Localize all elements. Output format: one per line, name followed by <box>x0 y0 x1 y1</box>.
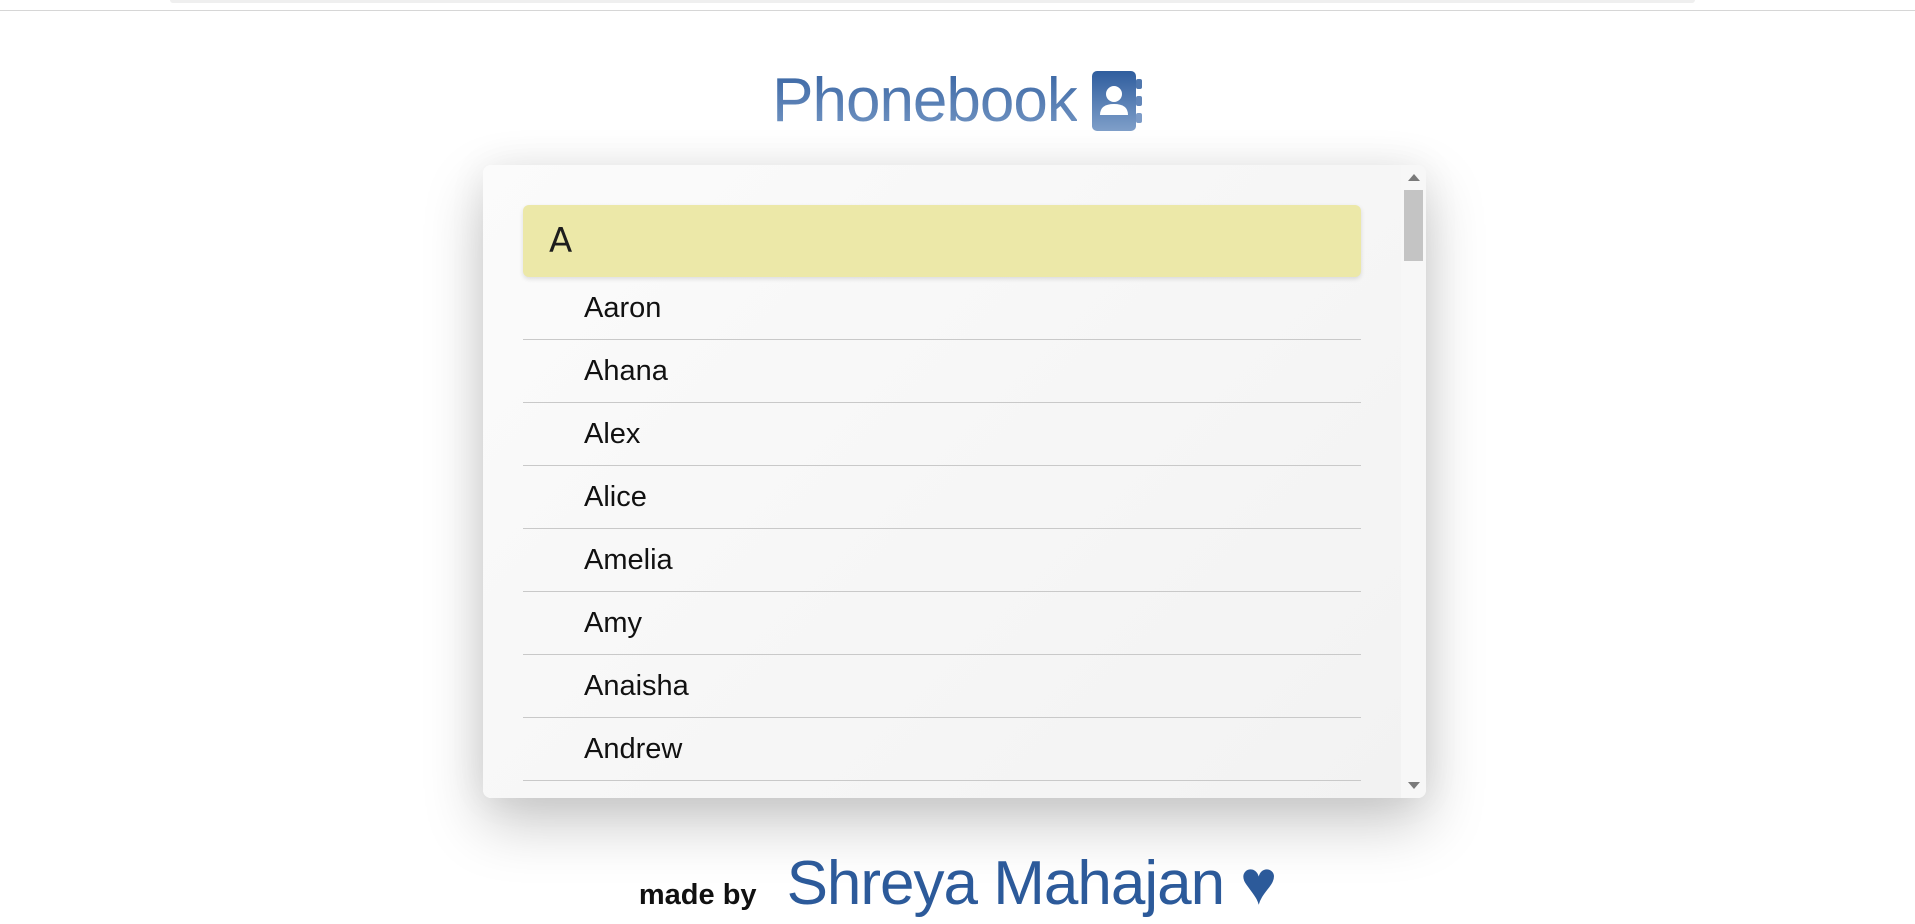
contact-item[interactable]: Amelia <box>523 529 1361 592</box>
browser-top-bar <box>0 0 1915 11</box>
contact-item[interactable]: Ahana <box>523 340 1361 403</box>
page-title: Phonebook <box>772 58 1078 144</box>
browser-top-bar-edge <box>170 0 1695 3</box>
section-header-a: A <box>523 205 1361 277</box>
made-by-label: made by <box>638 879 757 911</box>
scroll-thumb[interactable] <box>1404 190 1423 261</box>
contact-item[interactable]: Alice <box>523 466 1361 529</box>
contact-book-icon <box>1091 70 1143 132</box>
contact-item[interactable]: Anaisha <box>523 655 1361 718</box>
scroll-down-arrow-icon[interactable] <box>1408 782 1420 789</box>
page-header: Phonebook <box>0 58 1915 144</box>
contact-item[interactable]: Amy <box>523 592 1361 655</box>
contact-item[interactable]: Alex <box>523 403 1361 466</box>
contact-item[interactable]: Aaron <box>523 277 1361 340</box>
contacts-panel[interactable]: A Aaron Ahana Alex Alice Amelia Amy Anai… <box>483 165 1426 798</box>
contacts-list: A Aaron Ahana Alex Alice Amelia Amy Anai… <box>523 205 1361 781</box>
scrollbar[interactable] <box>1401 165 1426 798</box>
scroll-up-arrow-icon[interactable] <box>1408 174 1420 181</box>
author-name: Shreya Mahajan ♥ <box>786 849 1278 918</box>
contact-item[interactable]: Andrew <box>523 718 1361 781</box>
footer: made by Shreya Mahajan ♥ <box>0 848 1915 919</box>
